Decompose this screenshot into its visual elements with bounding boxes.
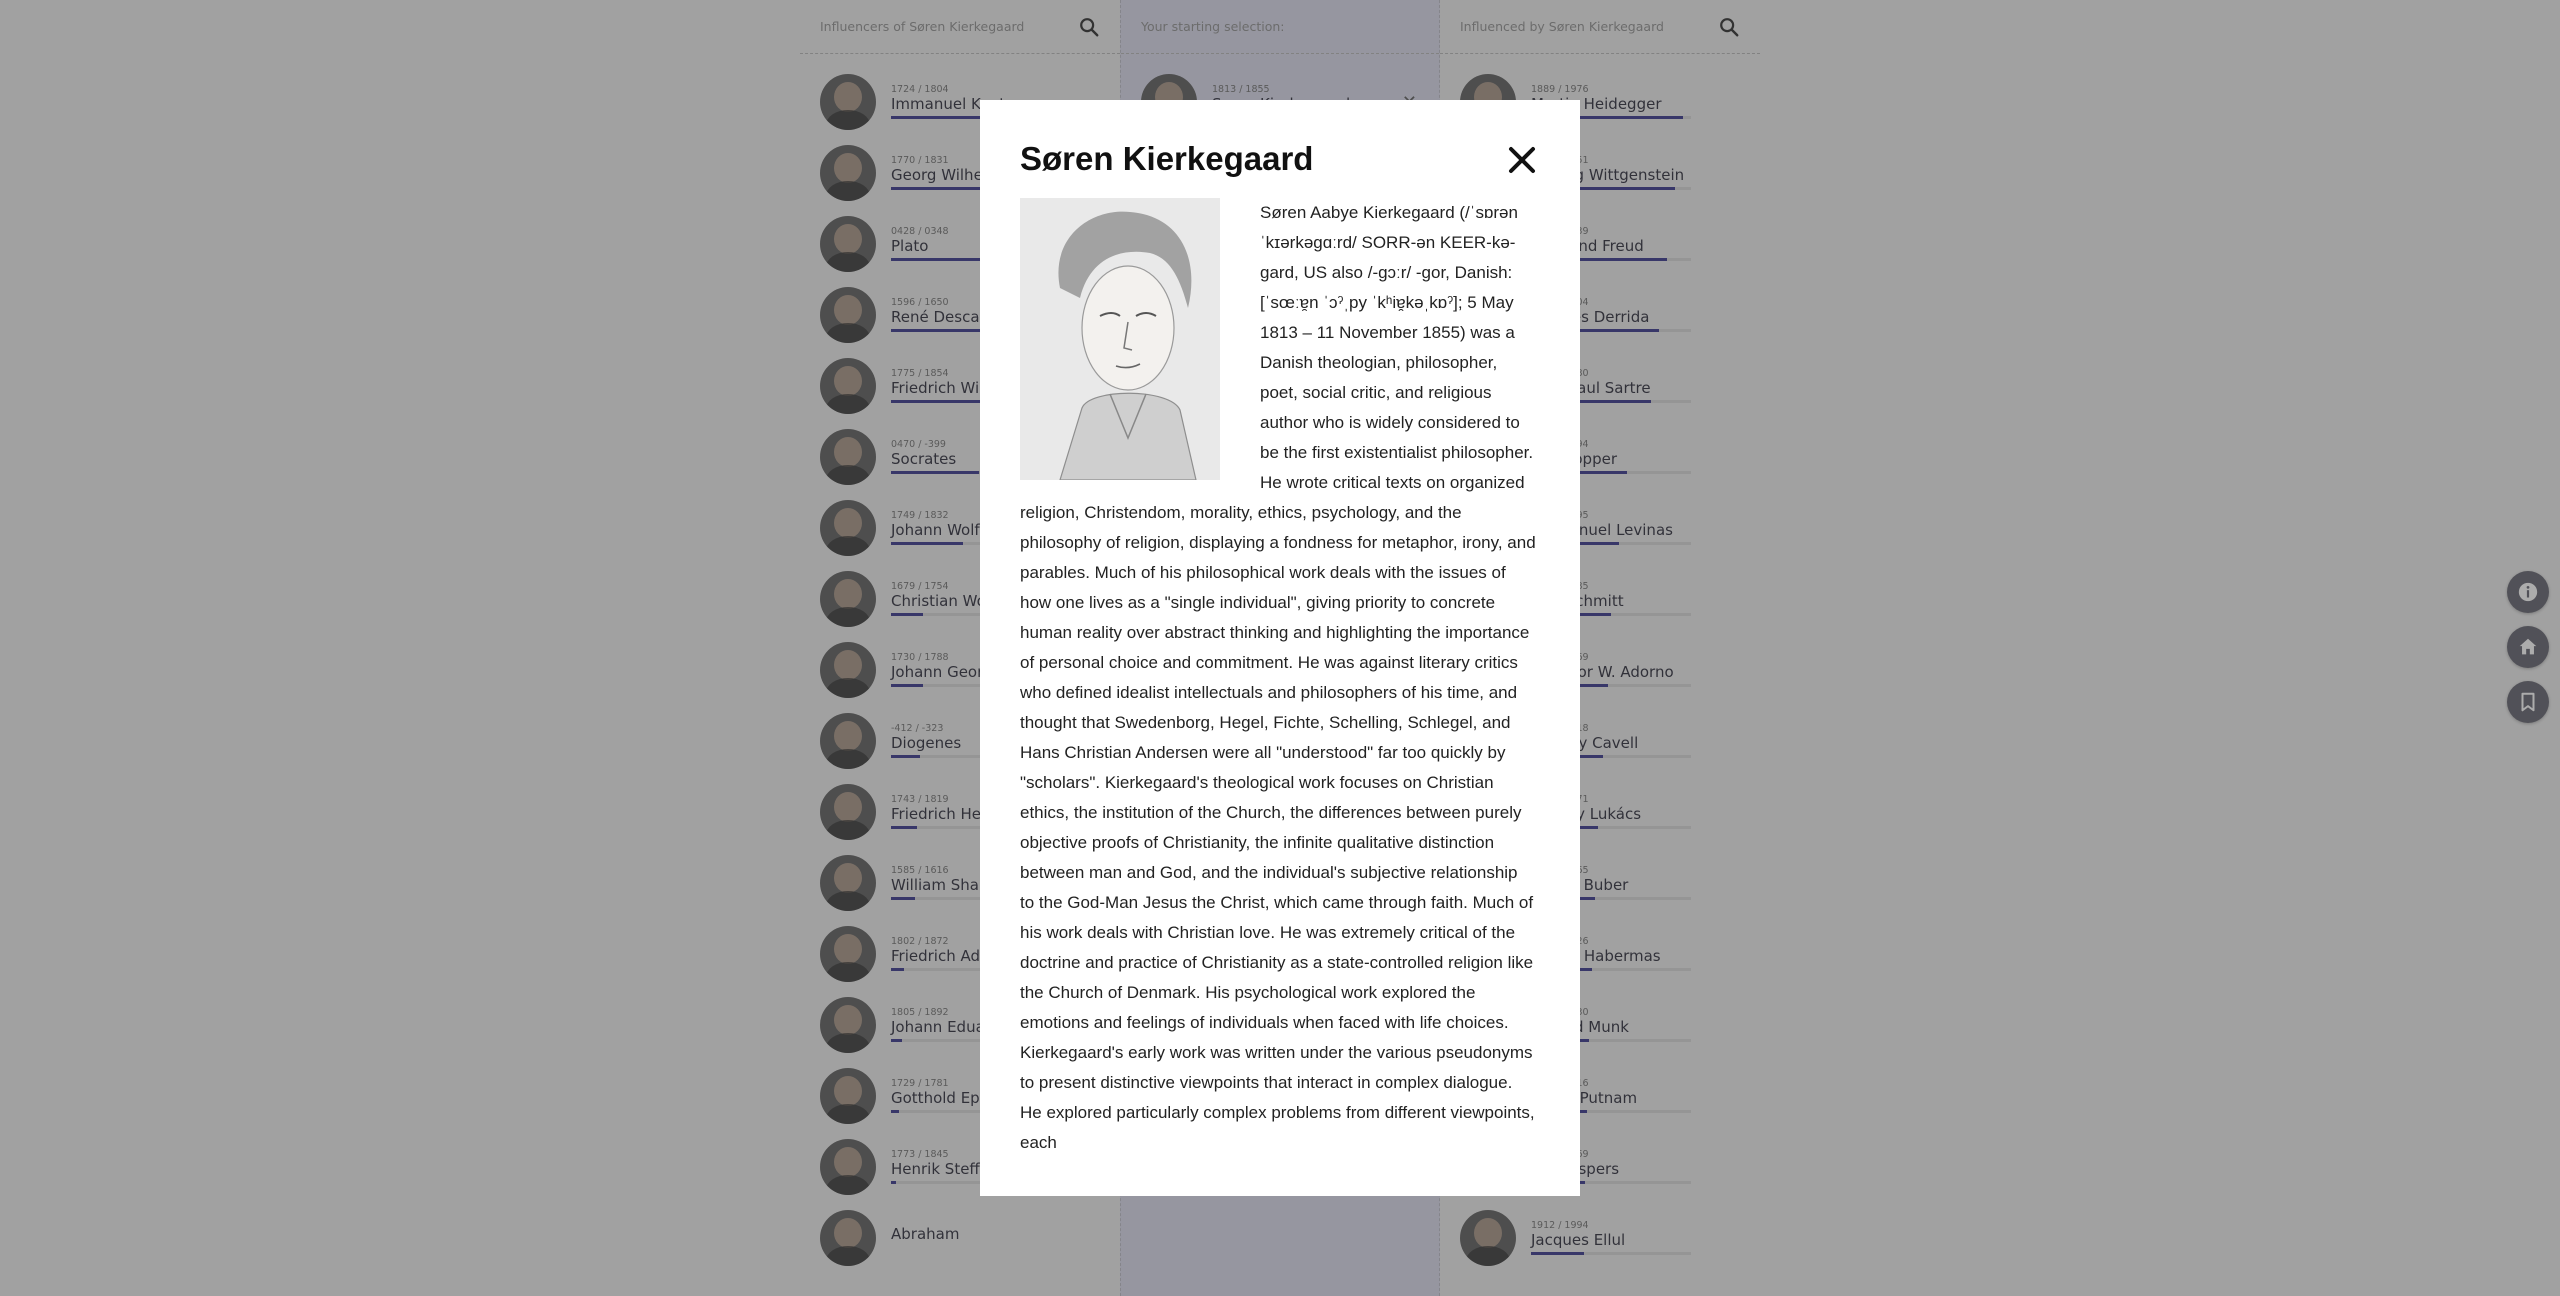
portrait-image [1020, 198, 1220, 480]
close-icon[interactable] [1504, 142, 1540, 178]
biography-modal: Søren Kierkegaard Søren Aabye Kierkegaar… [980, 100, 1580, 1196]
modal-title: Søren Kierkegaard [1020, 140, 1314, 177]
modal-body: Søren Aabye Kierkegaard (/ˈsɒrən ˈkɪərkə… [1020, 198, 1536, 1158]
app: Influencers of Søren Kierkegaard 1724 / … [0, 0, 2560, 1296]
